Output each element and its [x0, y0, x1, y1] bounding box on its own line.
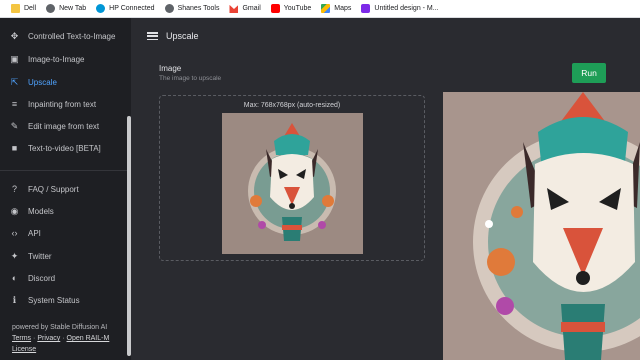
bookmark-hp-connected[interactable]: HP Connected — [91, 0, 159, 18]
hp-icon — [96, 4, 106, 13]
maps-icon — [321, 4, 331, 13]
page-title: Upscale — [166, 31, 199, 41]
youtube-icon — [270, 4, 280, 13]
sidebar-item-twitter[interactable]: ✦ Twitter — [0, 245, 127, 267]
info-icon: ℹ — [12, 294, 17, 305]
terms-link[interactable]: Terms — [12, 335, 31, 342]
gmail-icon — [229, 4, 239, 13]
canva-icon — [361, 4, 371, 13]
upscaled-image-preview — [443, 92, 640, 360]
sidebar: ✥ Controlled Text-to-Image ▣ Image-to-Imag… — [0, 18, 131, 360]
main-panel: Image The image to upscale Run Max: 768x… — [131, 54, 640, 360]
upscale-icon: ⇱ — [10, 76, 19, 87]
image-field-label: Image — [159, 64, 182, 73]
sidebar-divider — [0, 170, 127, 171]
models-icon: ◉ — [10, 205, 19, 216]
bookmark-dell[interactable]: Dell — [6, 0, 41, 18]
help-icon: ? — [11, 184, 17, 194]
bookmark-youtube[interactable]: YouTube — [266, 0, 317, 18]
inpaint-icon: ≡ — [11, 99, 18, 109]
folder-icon — [11, 4, 20, 13]
top-bar: Upscale — [131, 18, 640, 54]
bookmark-new-tab[interactable]: New Tab — [41, 0, 91, 18]
twitter-icon: ✦ — [10, 250, 19, 261]
sidebar-item-text-to-video[interactable]: ■ Text-to-video [BETA] — [0, 137, 127, 159]
input-image-thumbnail — [222, 113, 363, 254]
sidebar-item-system-status[interactable]: ℹ System Status — [0, 289, 127, 311]
sidebar-item-upscale[interactable]: ⇱ Upscale — [0, 71, 127, 93]
bookmarks-bar: Dell New Tab HP Connected Shanes Tools G… — [0, 0, 640, 18]
code-icon: ‹› — [11, 228, 18, 238]
sidebar-item-edit-image[interactable]: ✎ Edit image from text — [0, 115, 127, 137]
sidebar-item-inpainting[interactable]: ≡ Inpainting from text — [0, 93, 127, 115]
globe-icon — [46, 4, 56, 13]
sidebar-item-discord[interactable]: ◐ Discord — [0, 267, 127, 289]
sidebar-item-image-to-image[interactable]: ▣ Image-to-Image — [0, 48, 127, 70]
powered-by-text: powered by Stable Diffusion AI Terms · P… — [12, 324, 110, 353]
bookmark-shanes-tools[interactable]: Shanes Tools — [160, 0, 225, 18]
sidebar-item-models[interactable]: ◉ Models — [0, 200, 127, 222]
max-size-label: Max: 768x768px (auto-resized) — [243, 102, 341, 109]
bookmark-gmail[interactable]: Gmail — [224, 0, 265, 18]
sidebar-item-api[interactable]: ‹› API — [0, 222, 127, 244]
image-field-description: The image to upscale — [159, 75, 222, 82]
run-button[interactable]: Run — [572, 63, 606, 83]
sidebar-item-faq[interactable]: ? FAQ / Support — [0, 178, 127, 200]
menu-icon[interactable] — [147, 32, 158, 40]
image-dropzone[interactable]: Max: 768x768px (auto-resized) — [159, 95, 425, 261]
globe-icon — [164, 4, 174, 13]
video-icon: ■ — [11, 143, 18, 153]
move-icon: ✥ — [10, 30, 19, 41]
sidebar-item-controlled-text-to-image[interactable]: ✥ Controlled Text-to-Image — [0, 25, 127, 47]
bookmark-untitled-design[interactable]: Untitled design - M... — [356, 0, 443, 18]
image-icon: ▣ — [10, 53, 19, 64]
bookmark-maps[interactable]: Maps — [316, 0, 356, 18]
discord-icon: ◐ — [11, 273, 18, 283]
privacy-link[interactable]: Privacy — [37, 335, 60, 342]
edit-icon: ✎ — [10, 120, 19, 131]
